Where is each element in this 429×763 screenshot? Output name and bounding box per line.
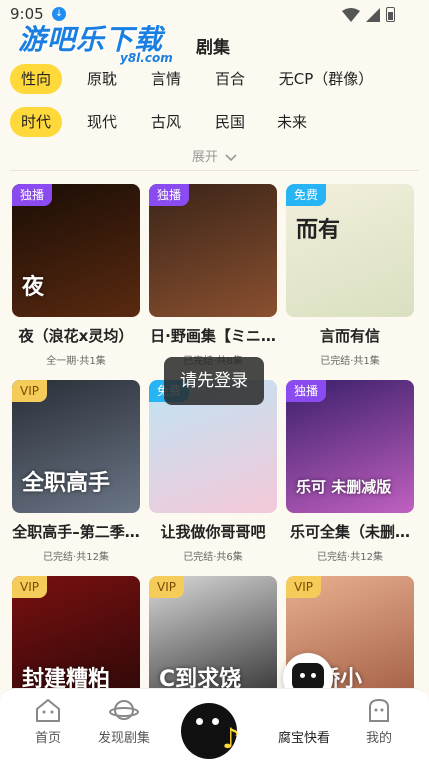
site-logo: 游吧乐下载 y8l.com [18,18,188,65]
right-eye-icon [209,715,222,728]
wifi-icon [342,7,360,22]
nav-kuaikan-label: 腐宝快看 [277,731,330,746]
drama-card[interactable]: 免费让我做你哥哥吧已完结·共6集 [149,380,277,563]
drama-card[interactable]: 全职高手 VIP 全职高手–第二季… 已完结·共12集 [12,380,140,563]
left-eye-icon [193,715,206,728]
drama-episode-info: 已完结·共6集 [183,552,243,563]
badge-vip: VIP [12,576,47,598]
status-icons [342,7,395,22]
divider [10,170,419,171]
chip-modern[interactable]: 现代 [76,107,128,137]
mascot-face-icon [292,663,324,691]
drama-title[interactable]: 日·野画集【ミニ… [149,325,277,346]
music-note-icon: ♪ [222,722,240,755]
drama-title[interactable]: 乐可全集（未删… [286,521,414,542]
badge-vip: VIP [12,380,47,402]
drama-title[interactable]: 夜（浪花x灵均） [12,325,140,346]
expand-filters-button[interactable]: 展开 [0,146,429,165]
planet-icon [109,700,139,720]
drama-episode-info: 已完结·共1集 [320,356,380,367]
drama-title[interactable]: 全职高手–第二季… [12,521,140,542]
badge-free: 免费 [286,184,327,206]
drama-cover[interactable]: 乐可 未删减版 独播 [286,380,414,513]
cover-art-text: 夜 [22,275,45,300]
nav-home[interactable]: 首页 [8,697,88,746]
drama-title[interactable]: 言而有信 [286,325,414,346]
nav-mine[interactable]: 我的 [339,697,419,746]
chip-republic[interactable]: 民国 [204,107,256,137]
badge-excl: 独播 [149,184,190,206]
drama-cover[interactable]: 夜独播 [12,184,140,317]
drama-episode-info: 已完结·共12集 [43,552,109,563]
drama-card[interactable]: 乐可 未删减版 独播乐可全集（未删… 已完结·共12集 [286,380,414,563]
chip-future[interactable]: 未来 [266,107,318,137]
chip-no-cp[interactable]: 无CP（群像） [272,64,380,94]
chip-romance[interactable]: 言情 [140,64,192,94]
filter-row-era: 时代 现代 古风 民国 未来 [10,107,420,137]
nav-home-label: 首页 [34,731,61,746]
badge-excl: 独播 [12,184,53,206]
cover-art-text: 而有 [296,218,341,243]
drama-episode-info: 已完结·共12集 [317,552,383,563]
chip-orientation[interactable]: 性向 [10,64,62,94]
drama-card[interactable]: 而有 免费言而有信已完结·共1集 [286,184,414,367]
cover-art-text: 全职高手 [22,471,111,496]
drama-episode-info: 全一期·共1集 [46,356,106,367]
nav-discover-label: 发现剧集 [97,731,150,746]
filter-row-orientation: 性向 原耽 言情 百合 无CP（群像） [10,64,420,94]
badge-vip: VIP [286,576,321,598]
chip-ancient[interactable]: 古风 [140,107,192,137]
login-toast: 请先登录 [164,357,264,405]
chip-danmei[interactable]: 原耽 [76,64,128,94]
badge-excl: 独播 [286,380,327,402]
drama-cover[interactable]: 独播 [149,184,277,317]
nav-mine-label: 我的 [365,731,392,746]
cover-art-text: 乐可 未删减版 [296,478,392,496]
drama-card[interactable]: 夜 独播夜（浪花x灵均） 全一期·共1集 [12,184,140,367]
chip-gl[interactable]: 百合 [204,64,256,94]
profile-icon [369,698,389,722]
chevron-down-icon [225,153,237,161]
nav-kuaikan[interactable]: 腐宝快看 [264,697,344,746]
drama-title[interactable]: 让我做你哥哥吧 [149,521,277,542]
badge-vip: VIP [149,576,184,598]
logo-sub-text: y8l.com [120,51,173,65]
drama-card[interactable]: 独播日·野画集【ミニ…已完结·共8集 [149,184,277,367]
page-title: 剧集 [196,38,230,58]
battery-icon [386,7,395,22]
signal-icon [366,7,380,22]
expand-label: 展开 [191,150,218,165]
drama-cover[interactable]: 全职高手 VIP [12,380,140,513]
nav-discover[interactable]: 发现剧集 [84,697,164,746]
chip-era[interactable]: 时代 [10,107,62,137]
drama-cover[interactable]: 而有 免费 [286,184,414,317]
home-icon [36,699,60,722]
